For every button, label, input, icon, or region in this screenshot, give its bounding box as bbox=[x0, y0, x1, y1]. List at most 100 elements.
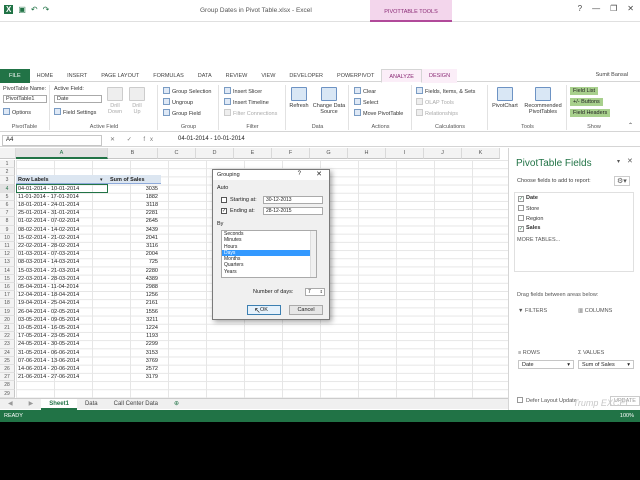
number-of-days-stepper[interactable]: 7 ⇕ bbox=[305, 288, 325, 296]
pivot-row-labels-header[interactable]: Row Labels bbox=[18, 176, 49, 184]
row-header[interactable]: 11 bbox=[0, 242, 15, 251]
drill-down-button[interactable]: Drill Down bbox=[106, 87, 124, 115]
column-header-h[interactable]: H bbox=[348, 148, 386, 159]
pivot-sum-value[interactable]: 3211 bbox=[110, 316, 158, 324]
pivot-row-label[interactable]: 22-03-2014 - 28-03-2014 bbox=[18, 275, 79, 283]
row-header[interactable]: 7 bbox=[0, 209, 15, 218]
listbox-scrollbar[interactable] bbox=[310, 231, 316, 277]
redo-icon[interactable]: ↷ bbox=[43, 5, 50, 14]
pivot-sum-value[interactable]: 2572 bbox=[110, 365, 158, 373]
row-header[interactable]: 18 bbox=[0, 299, 15, 308]
pivot-sum-value[interactable]: 1256 bbox=[110, 291, 158, 299]
pivot-sum-value[interactable]: 3035 bbox=[110, 185, 158, 193]
row-header[interactable]: 24 bbox=[0, 348, 15, 357]
pivot-sum-value[interactable]: 2161 bbox=[110, 299, 158, 307]
row-header[interactable]: 9 bbox=[0, 225, 15, 234]
field-checkbox[interactable]: ✓ bbox=[518, 196, 524, 202]
tab-developer[interactable]: DEVELOPER bbox=[282, 69, 330, 83]
active-field-input[interactable]: Date bbox=[54, 95, 102, 103]
ending-at-input[interactable]: 28-12-2015 bbox=[263, 207, 323, 215]
pivot-row-label[interactable]: 17-05-2014 - 23-05-2014 bbox=[18, 332, 79, 340]
row-header[interactable]: 17 bbox=[0, 291, 15, 300]
filter-connections-button[interactable]: Filter Connections bbox=[224, 109, 277, 117]
by-listbox[interactable]: Seconds Minutes Hours Days Months Quarters Yea… bbox=[221, 230, 317, 278]
recommended-pivottables-button[interactable]: Recommended PivotTables bbox=[521, 87, 565, 115]
tab-file[interactable]: FILE bbox=[0, 69, 30, 83]
field-list-toggle[interactable]: Field List bbox=[570, 87, 599, 95]
chevron-down-icon[interactable]: ▾ bbox=[567, 362, 570, 368]
row-header[interactable]: 1 bbox=[0, 160, 15, 169]
insert-slicer-button[interactable]: Insert Slicer bbox=[224, 87, 262, 95]
row-header[interactable]: 20 bbox=[0, 315, 15, 324]
pivot-sum-value[interactable]: 3769 bbox=[110, 357, 158, 365]
tab-design[interactable]: DESIGN bbox=[421, 69, 458, 83]
more-tables-link[interactable]: MORE TABLES... bbox=[517, 237, 560, 243]
pivot-sum-value[interactable]: 3179 bbox=[110, 373, 158, 381]
field-checkbox[interactable] bbox=[518, 205, 524, 211]
name-box[interactable]: A4 bbox=[2, 135, 102, 146]
field-item-date[interactable]: ✓ Date bbox=[518, 195, 538, 202]
row-header[interactable]: 14 bbox=[0, 266, 15, 275]
row-header[interactable]: 4 bbox=[0, 184, 15, 193]
row-header[interactable]: 22 bbox=[0, 332, 15, 341]
pivot-sum-value[interactable]: 1882 bbox=[110, 193, 158, 201]
gear-icon[interactable]: ⚙▾ bbox=[614, 176, 630, 186]
pivot-row-label[interactable]: 15-03-2014 - 21-03-2014 bbox=[18, 267, 79, 275]
pivot-sum-value[interactable]: 2280 bbox=[110, 267, 158, 275]
pivot-sum-value[interactable]: 725 bbox=[110, 258, 158, 266]
change-data-source-button[interactable]: Change Data Source bbox=[311, 87, 347, 115]
row-header[interactable]: 19 bbox=[0, 307, 15, 316]
defer-layout-update[interactable]: Defer Layout Update bbox=[517, 397, 577, 404]
sheet-tab-call-center-data[interactable]: Call Center Data bbox=[106, 399, 166, 410]
row-header[interactable]: 26 bbox=[0, 365, 15, 374]
pivot-row-label[interactable]: 07-06-2014 - 13-06-2014 bbox=[18, 357, 79, 365]
column-header-j[interactable]: J bbox=[424, 148, 462, 159]
new-sheet-icon[interactable]: ⊕ bbox=[166, 399, 187, 410]
pivot-row-label[interactable]: 19-04-2014 - 25-04-2014 bbox=[18, 299, 79, 307]
row-header[interactable]: 13 bbox=[0, 258, 15, 267]
sheet-tab-data[interactable]: Data bbox=[77, 399, 106, 410]
pivot-sum-header[interactable]: Sum of Sales bbox=[110, 176, 145, 184]
dialog-help-icon[interactable]: ? bbox=[298, 171, 301, 177]
field-checkbox[interactable] bbox=[518, 215, 524, 221]
sheet-tab-sheet1[interactable]: Sheet1 bbox=[41, 398, 77, 410]
spin-arrows-icon[interactable]: ⇕ bbox=[320, 289, 324, 294]
row-header[interactable]: 28 bbox=[0, 381, 15, 390]
options-button[interactable]: Options bbox=[3, 108, 31, 116]
pivot-row-label[interactable]: 03-05-2014 - 09-05-2014 bbox=[18, 316, 79, 324]
row-header[interactable]: 25 bbox=[0, 356, 15, 365]
ending-at-checkbox[interactable]: ✓ bbox=[221, 208, 227, 214]
pivot-row-label[interactable]: 10-05-2014 - 16-05-2014 bbox=[18, 324, 79, 332]
scroll-right-icon[interactable]: ▶ bbox=[21, 399, 42, 410]
pivot-row-label[interactable]: 01-03-2014 - 07-03-2014 bbox=[18, 250, 79, 258]
field-item-store[interactable]: Store bbox=[518, 205, 539, 212]
select-all-corner[interactable] bbox=[0, 148, 16, 159]
pivot-row-label[interactable]: 26-04-2014 - 02-05-2014 bbox=[18, 308, 79, 316]
formula-input[interactable]: 04-01-2014 - 10-01-2014 bbox=[178, 136, 245, 142]
row-header[interactable]: 12 bbox=[0, 250, 15, 259]
group-field-button[interactable]: Group Field bbox=[163, 109, 201, 117]
row-header[interactable]: 21 bbox=[0, 324, 15, 333]
row-header[interactable]: 3 bbox=[0, 176, 15, 185]
pivot-row-label[interactable]: 12-04-2014 - 18-04-2014 bbox=[18, 291, 79, 299]
save-icon[interactable]: ▣ bbox=[18, 5, 26, 14]
insert-timeline-button[interactable]: Insert Timeline bbox=[224, 98, 269, 106]
row-header[interactable]: 8 bbox=[0, 217, 15, 226]
tab-insert[interactable]: INSERT bbox=[60, 69, 94, 83]
pane-dropdown-icon[interactable]: ▾ bbox=[617, 158, 620, 165]
close-icon[interactable]: ✕ bbox=[627, 4, 634, 13]
row-header[interactable]: 27 bbox=[0, 373, 15, 382]
pivot-sum-value[interactable]: 3118 bbox=[110, 201, 158, 209]
column-header-e[interactable]: E bbox=[234, 148, 272, 159]
tab-data[interactable]: DATA bbox=[191, 69, 219, 83]
plus-minus-buttons-toggle[interactable]: +/- Buttons bbox=[570, 98, 603, 106]
column-header-c[interactable]: C bbox=[158, 148, 196, 159]
row-header[interactable]: 23 bbox=[0, 340, 15, 349]
pivot-sum-value[interactable]: 1224 bbox=[110, 324, 158, 332]
relationships-button[interactable]: Relationships bbox=[416, 109, 458, 117]
move-pivottable-button[interactable]: Move PivotTable bbox=[354, 109, 403, 117]
tab-powerpivot[interactable]: POWERPIVOT bbox=[330, 69, 381, 83]
tab-review[interactable]: REVIEW bbox=[219, 69, 255, 83]
pivot-row-label[interactable]: 01-02-2014 - 07-02-2014 bbox=[18, 217, 79, 225]
row-header[interactable]: 6 bbox=[0, 201, 15, 210]
